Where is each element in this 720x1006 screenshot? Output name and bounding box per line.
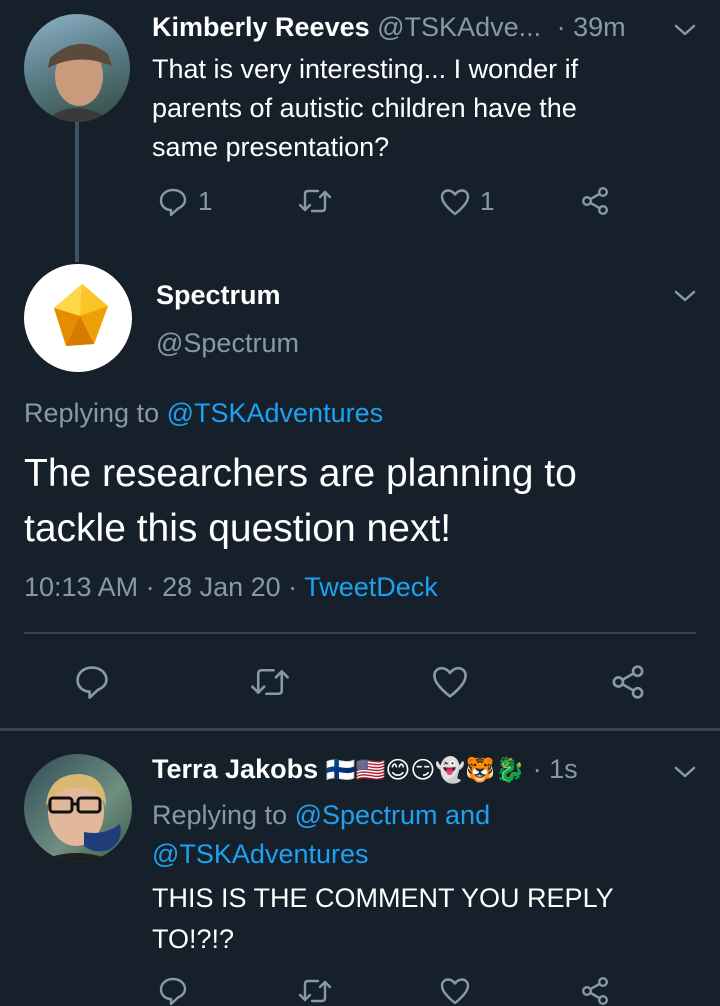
reply-count: 1 [198,186,213,216]
like-button[interactable] [440,977,470,1005]
chevron-down-icon[interactable] [672,20,698,40]
section-divider [0,728,720,731]
chevron-down-icon[interactable] [672,286,698,306]
tweet-text: That is very interesting... I wonder if … [152,54,579,162]
mention-link[interactable]: @TSKAdventures [152,835,490,874]
share-button[interactable] [580,186,610,216]
replying-to: Replying to @Spectrum and @TSKAdventures [152,796,490,874]
retweet-button[interactable] [298,976,332,1006]
author-name[interactable]: Spectrum [156,280,281,311]
mention-link[interactable]: @TSKAdventures [167,398,384,428]
like-count: 1 [480,186,495,216]
author-name[interactable]: Terra Jakobs [152,754,318,784]
mention-link[interactable]: @Spectrum and [295,800,491,830]
retweet-button[interactable] [250,664,290,700]
like-icon [440,977,470,1005]
retweet-icon [250,664,290,700]
like-button[interactable]: 1 [440,186,494,217]
tweet-text: The researchers are planning to tackle t… [24,452,577,550]
avatar[interactable] [24,264,132,372]
replying-to: Replying to @TSKAdventures [24,398,384,428]
divider [24,632,696,634]
author-handle[interactable]: @Spectrum [156,328,299,359]
author-name[interactable]: Kimberly Reeves [152,12,370,42]
reply-icon [74,664,110,700]
share-icon [580,186,610,216]
like-button[interactable] [432,665,468,699]
retweet-button[interactable] [298,186,332,216]
reply-icon [158,976,188,1006]
tweet-time: · 1s [532,754,578,784]
chevron-down-icon[interactable] [672,762,698,782]
reply-button[interactable] [158,976,188,1006]
like-icon [440,188,470,216]
retweet-icon [298,976,332,1006]
author-handle[interactable]: @TSKAdve... [377,12,541,42]
thread-line [75,122,79,262]
tweet-text: THIS IS THE COMMENT YOU REPLY TO!?!? [152,883,614,954]
name-emojis: 🇫🇮🇺🇸😊😏👻🐯🐉 [325,756,526,784]
reply-button[interactable]: 1 [158,186,212,217]
source-link[interactable]: TweetDeck [304,572,438,602]
share-button[interactable] [610,664,646,700]
share-icon [610,664,646,700]
share-icon [580,976,610,1006]
share-button[interactable] [580,976,610,1006]
reply-icon [158,187,188,217]
retweet-icon [298,186,332,216]
tweet-time: · 39m [556,12,626,42]
tweet-timestamp: 10:13 AM · 28 Jan 20 · TweetDeck [24,572,438,602]
reply-button[interactable] [74,664,110,700]
like-icon [432,665,468,699]
avatar[interactable] [24,14,130,122]
avatar[interactable] [24,754,132,862]
